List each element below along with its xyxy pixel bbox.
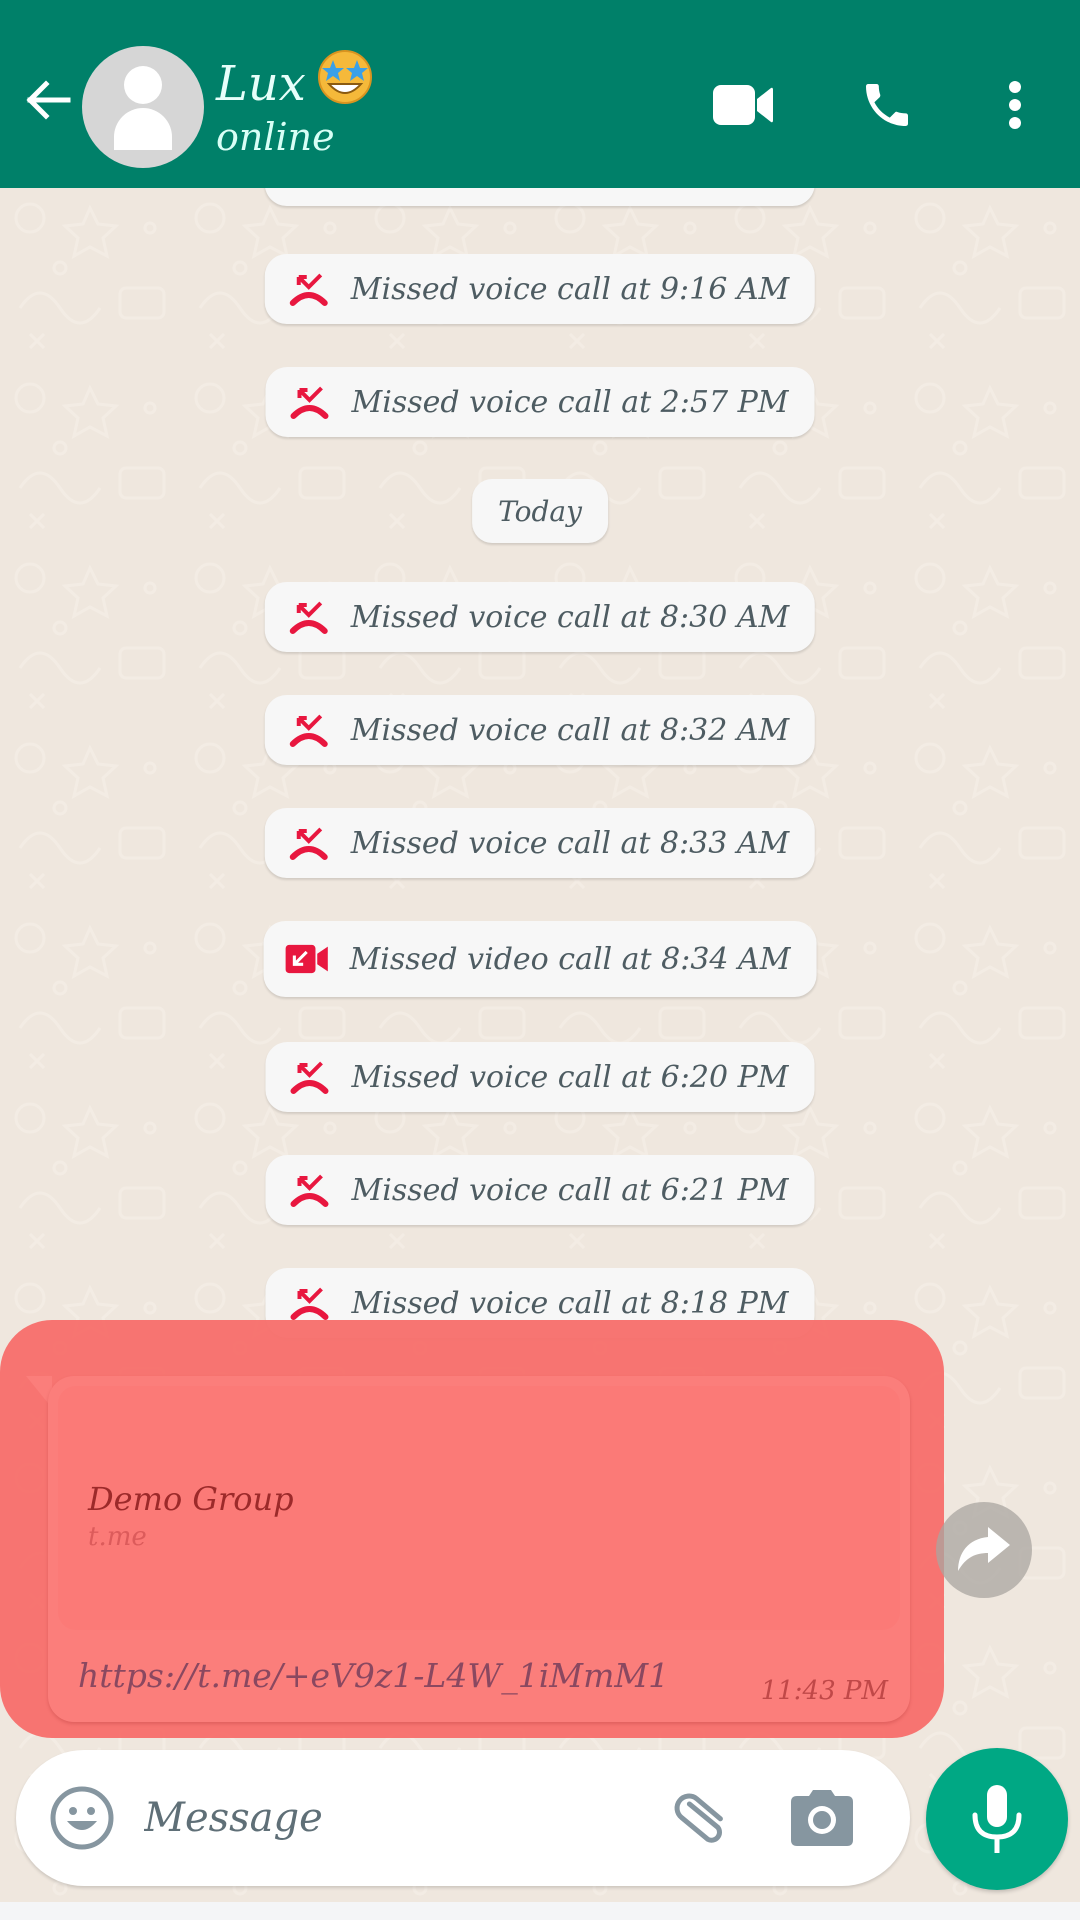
emoji-button[interactable]	[44, 1780, 120, 1856]
missed-voice-call-icon	[288, 1168, 332, 1212]
missed-voice-call-icon	[287, 595, 331, 639]
missed-voice-call-icon	[288, 1055, 332, 1099]
message-link[interactable]: https://t.me/+eV9z1-L4W_1iMmM1	[78, 1656, 669, 1695]
more-options-button[interactable]	[980, 70, 1050, 140]
missed-call-event: Missed video call at 8:34 AM	[263, 921, 817, 997]
more-options-icon	[1009, 81, 1021, 129]
emoji-icon	[50, 1786, 114, 1850]
event-text: Missed voice call at 8:18 PM	[351, 1285, 789, 1321]
contact-name[interactable]: Lux	[216, 48, 374, 114]
event-text: Missed voice call at 2:57 PM	[351, 384, 789, 420]
event-text: Missed voice call at 8:55 AM	[351, 188, 789, 189]
back-arrow-icon	[26, 80, 71, 120]
paperclip-icon	[674, 1793, 723, 1843]
missed-voice-call-icon	[287, 708, 331, 752]
event-text: Missed voice call at 8:32 AM	[350, 712, 790, 748]
avatar[interactable]	[82, 46, 204, 168]
forward-button[interactable]	[936, 1502, 1032, 1598]
missed-call-event: Missed voice call at 8:55 AM	[264, 188, 816, 206]
contact-name-text: Lux	[216, 56, 306, 112]
date-separator: Today	[472, 479, 608, 543]
missed-call-event: Missed voice call at 6:21 PM	[265, 1155, 815, 1225]
star-struck-emoji-icon	[317, 50, 372, 104]
link-message-bubble[interactable]: Demo Group t.me https://t.me/+eV9z1-L4W_…	[48, 1376, 910, 1722]
back-button[interactable]	[20, 72, 76, 128]
camera-icon	[791, 1790, 853, 1846]
camera-button[interactable]	[786, 1782, 858, 1854]
message-composer	[16, 1750, 910, 1886]
missed-call-event: Missed voice call at 2:57 PM	[265, 367, 815, 437]
attach-button[interactable]	[666, 1782, 738, 1854]
link-preview-title: Demo Group	[88, 1480, 294, 1518]
contact-status: online	[216, 115, 335, 159]
avatar-placeholder-head	[124, 66, 162, 104]
link-preview-card[interactable]: Demo Group t.me	[58, 1386, 900, 1630]
microphone-icon	[972, 1785, 1022, 1853]
missed-voice-call-icon	[287, 267, 331, 311]
missed-voice-call-icon	[287, 188, 331, 193]
link-preview-domain: t.me	[88, 1522, 147, 1552]
missed-voice-call-icon	[287, 821, 331, 865]
message-timestamp: 11:43 PM	[760, 1676, 888, 1706]
missed-call-event: Missed voice call at 8:33 AM	[264, 808, 816, 878]
missed-call-event: Missed voice call at 8:32 AM	[264, 695, 816, 765]
system-nav-bar	[0, 1902, 1080, 1920]
event-text: Missed video call at 8:34 AM	[349, 941, 791, 977]
event-text: Missed voice call at 8:33 AM	[350, 825, 790, 861]
voice-call-button[interactable]	[852, 70, 922, 140]
missed-voice-call-icon	[288, 380, 332, 424]
missed-call-event: Missed voice call at 8:30 AM	[264, 582, 816, 652]
avatar-placeholder-body	[114, 108, 172, 150]
missed-voice-call-icon	[288, 1281, 332, 1325]
event-text: Missed voice call at 6:21 PM	[351, 1172, 789, 1208]
event-text: Missed voice call at 6:20 PM	[351, 1059, 789, 1095]
video-call-button[interactable]	[708, 70, 778, 140]
voice-message-button[interactable]	[926, 1748, 1068, 1890]
missed-call-event: Missed voice call at 9:16 AM	[264, 254, 816, 324]
missed-video-call-icon	[285, 937, 330, 981]
date-separator-text: Today	[498, 494, 582, 528]
missed-call-event: Missed voice call at 6:20 PM	[265, 1042, 815, 1112]
video-call-icon	[713, 85, 773, 125]
event-text: Missed voice call at 9:16 AM	[350, 271, 790, 307]
message-input[interactable]	[144, 1780, 644, 1856]
forward-icon	[958, 1527, 1010, 1571]
event-text: Missed voice call at 8:30 AM	[350, 599, 790, 635]
chat-header: Lux online	[0, 0, 1080, 188]
voice-call-icon	[866, 84, 908, 126]
